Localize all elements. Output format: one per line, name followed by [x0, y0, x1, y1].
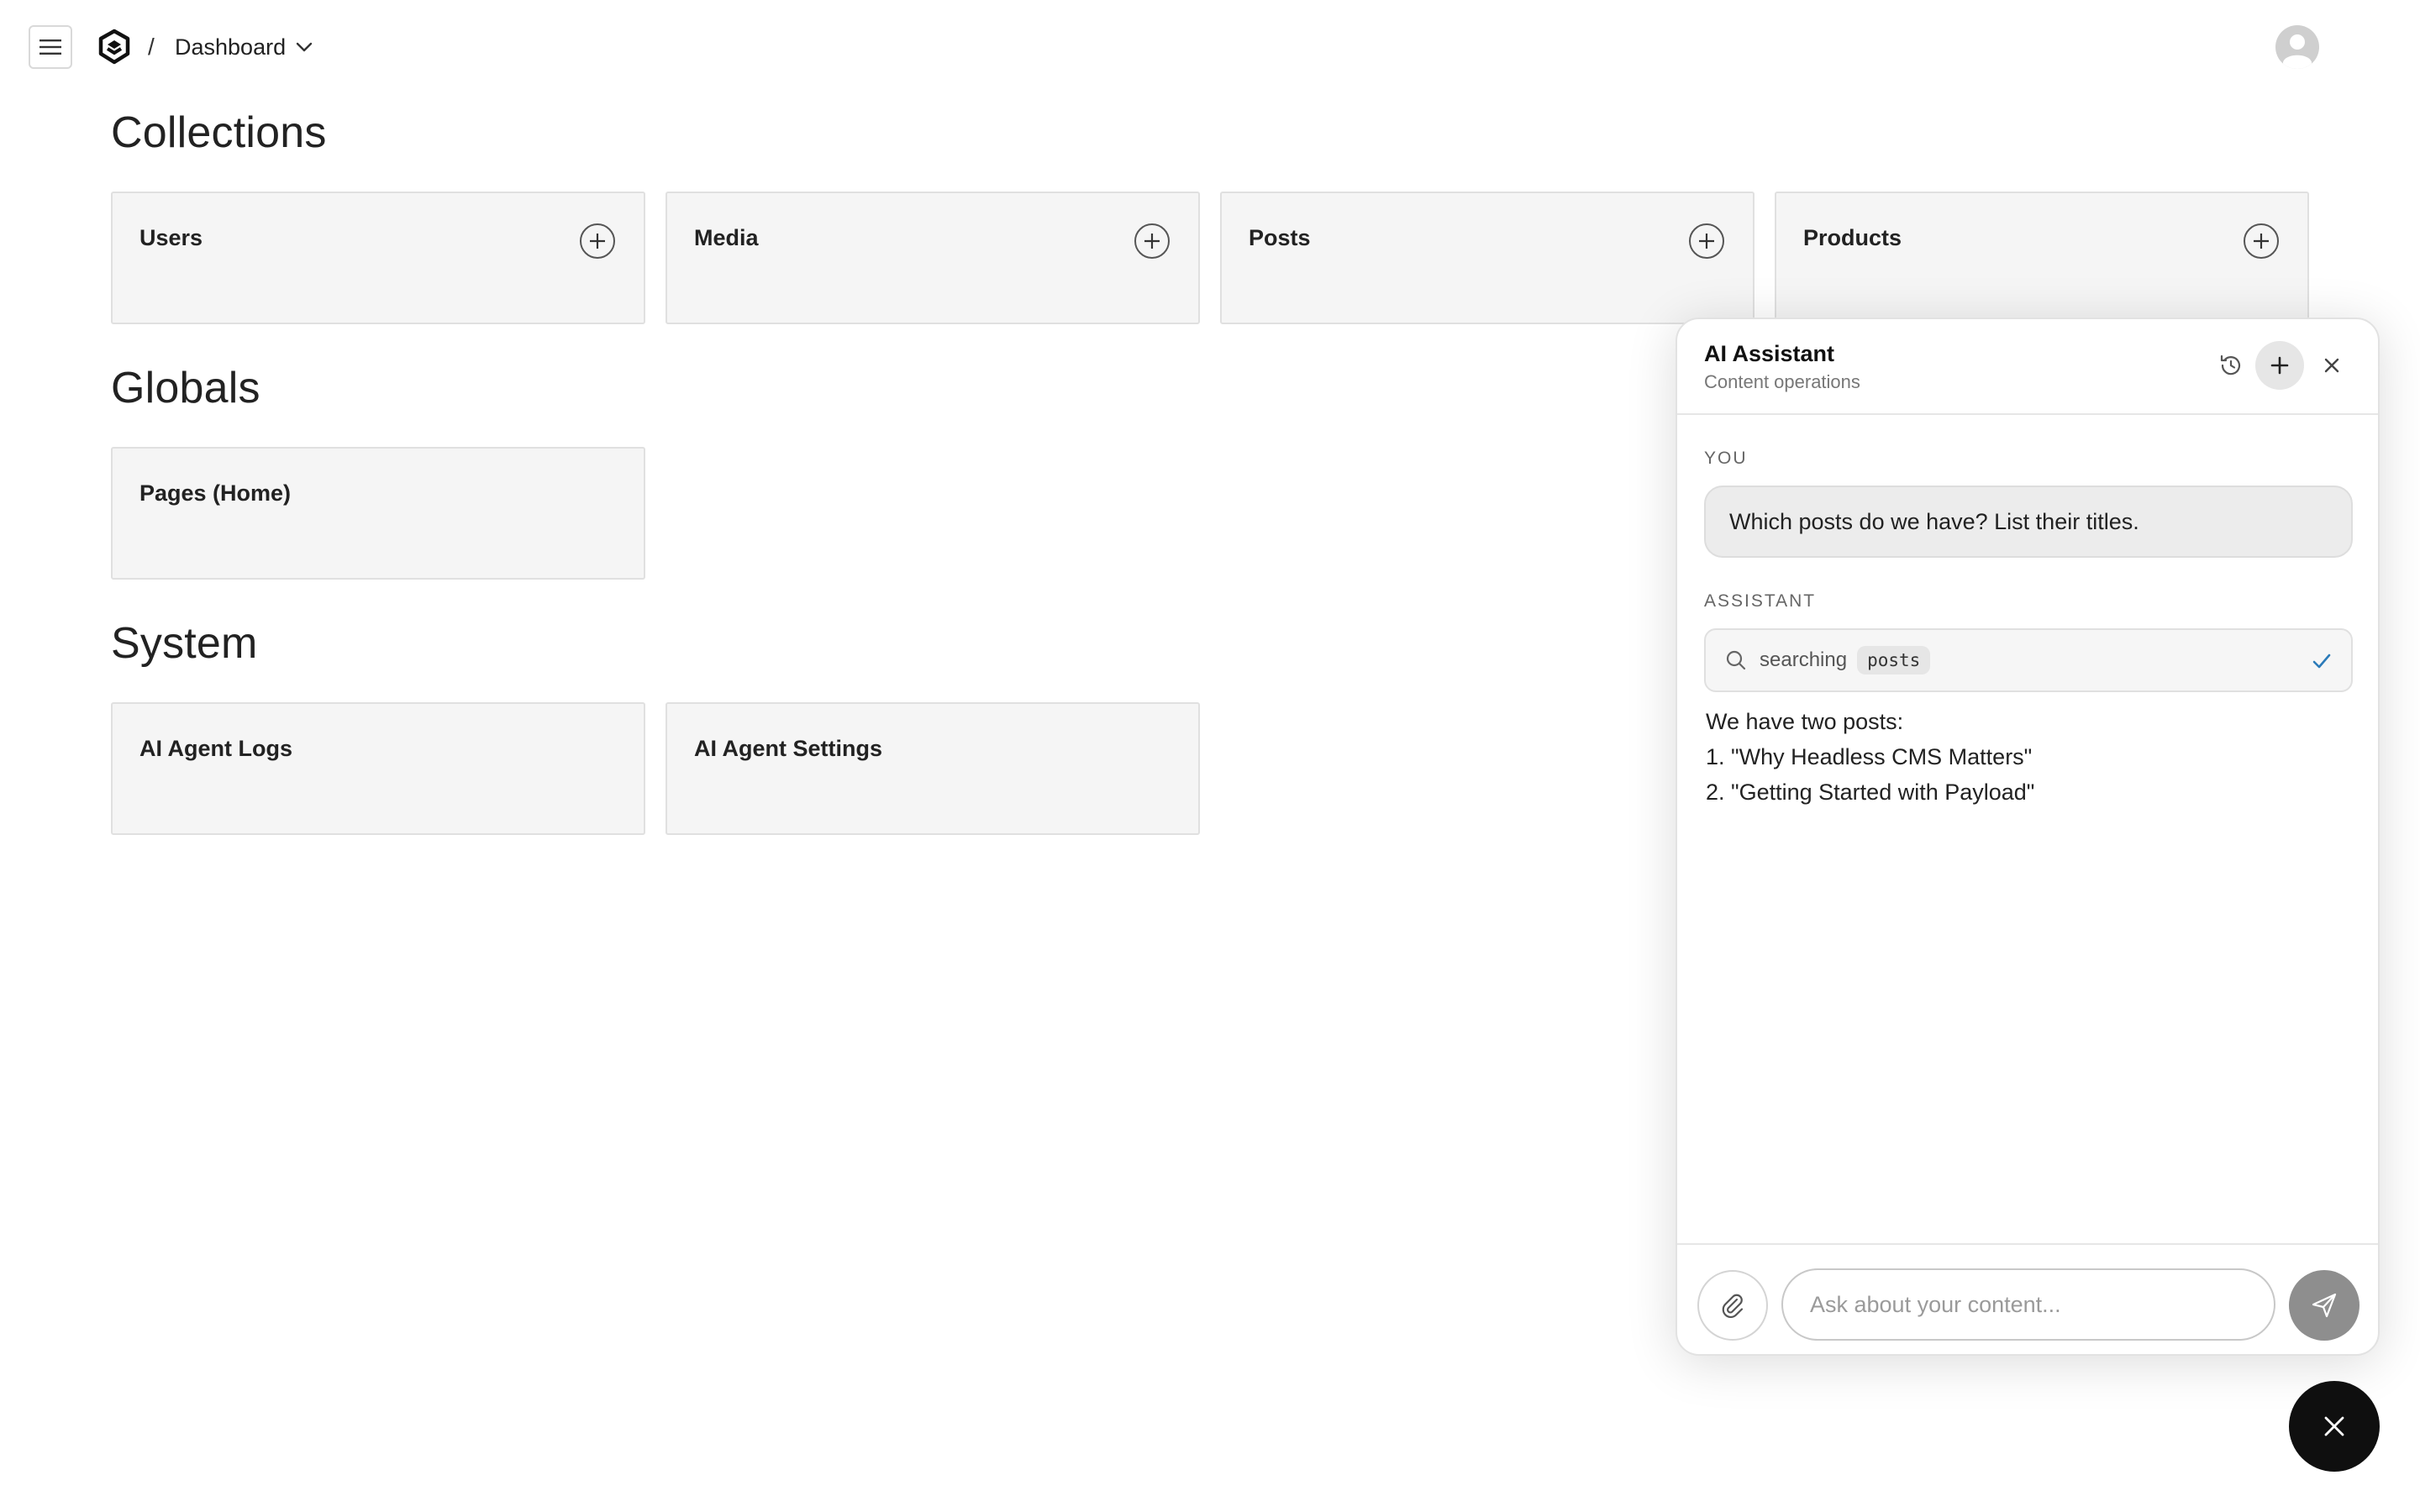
chat-input[interactable]	[1781, 1268, 2275, 1341]
hamburger-icon	[39, 39, 61, 55]
add-posts-button[interactable]	[1689, 223, 1724, 259]
close-panel-button[interactable]	[2307, 341, 2356, 390]
ai-assistant-panel: AI Assistant Content operations YOU Whic…	[1676, 318, 2380, 1356]
plus-icon	[2254, 234, 2269, 249]
answer-line: We have two posts:	[1706, 709, 1904, 734]
collection-card-media[interactable]: Media	[666, 192, 1200, 324]
send-icon	[2312, 1293, 2337, 1318]
system-title: System	[111, 619, 258, 668]
collection-card-users[interactable]: Users	[111, 192, 645, 324]
tool-status-text: searching	[1760, 648, 1848, 671]
plus-icon	[590, 234, 605, 249]
breadcrumb-dashboard[interactable]: Dashboard	[175, 29, 313, 66]
answer-line: 1. "Why Headless CMS Matters"	[1706, 744, 2033, 769]
assistant-header: AI Assistant Content operations	[1677, 319, 2378, 415]
card-label: AI Agent Logs	[139, 736, 292, 761]
dashboard-page: / Dashboard Collections Users Media Post…	[0, 0, 2420, 1512]
paperclip-icon	[1722, 1294, 1744, 1318]
check-icon	[2312, 654, 2331, 669]
add-users-button[interactable]	[580, 223, 615, 259]
system-card-ai-agent-logs[interactable]: AI Agent Logs	[111, 702, 645, 835]
card-label: Pages (Home)	[139, 480, 292, 506]
collections-title: Collections	[111, 108, 327, 157]
user-message: Which posts do we have? List their title…	[1704, 486, 2353, 558]
new-chat-button[interactable]	[2255, 341, 2304, 390]
tool-call-row[interactable]: searching posts	[1704, 628, 2353, 692]
close-icon	[2324, 1416, 2344, 1436]
breadcrumb-separator: /	[148, 34, 155, 60]
plus-icon	[2270, 356, 2289, 375]
card-label: AI Agent Settings	[694, 736, 883, 761]
collection-card-posts[interactable]: Posts	[1220, 192, 1754, 324]
menu-button[interactable]	[29, 25, 72, 69]
assistant-answer: We have two posts: 1. "Why Headless CMS …	[1706, 704, 2353, 810]
user-avatar-icon[interactable]	[2275, 25, 2319, 69]
assistant-toggle-button[interactable]	[2289, 1381, 2380, 1472]
composer	[1677, 1243, 2378, 1354]
globals-title: Globals	[111, 364, 260, 412]
add-products-button[interactable]	[2244, 223, 2279, 259]
collection-card-products[interactable]: Products	[1775, 192, 2309, 324]
attach-button[interactable]	[1697, 1270, 1768, 1341]
card-label: Media	[694, 225, 759, 250]
user-role-label: YOU	[1704, 449, 1748, 468]
send-button[interactable]	[2289, 1270, 2360, 1341]
assistant-role-label: ASSISTANT	[1704, 591, 1817, 611]
chevron-down-icon	[296, 42, 313, 52]
card-label: Products	[1803, 225, 1902, 250]
search-icon	[1726, 650, 1746, 670]
history-button[interactable]	[2207, 341, 2255, 390]
history-icon	[2220, 354, 2241, 375]
payload-logo-icon[interactable]	[97, 29, 131, 66]
global-card-pages-home[interactable]: Pages (Home)	[111, 447, 645, 580]
system-card-ai-agent-settings[interactable]: AI Agent Settings	[666, 702, 1200, 835]
assistant-title: AI Assistant	[1704, 341, 1835, 366]
tool-collection-chip: posts	[1857, 646, 1931, 675]
breadcrumb-label: Dashboard	[175, 34, 287, 60]
plus-icon	[1699, 234, 1714, 249]
card-label: Posts	[1249, 225, 1311, 250]
answer-line: 2. "Getting Started with Payload"	[1706, 780, 2035, 805]
add-media-button[interactable]	[1134, 223, 1170, 259]
assistant-subtitle: Content operations	[1704, 371, 1860, 392]
close-icon	[2324, 358, 2339, 373]
card-label: Users	[139, 225, 203, 250]
plus-icon	[1144, 234, 1160, 249]
